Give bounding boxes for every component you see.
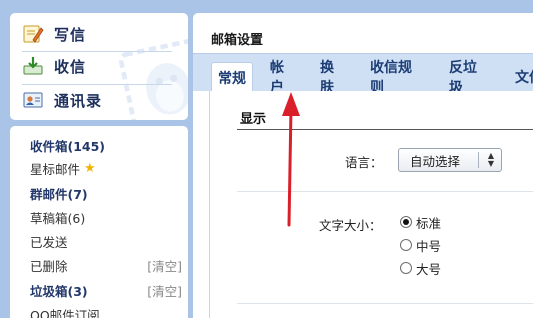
font-size-large-option[interactable]: 大号 — [400, 259, 441, 277]
compose-panel: 写信 收信 通讯录 — [10, 13, 188, 120]
folder-inbox-label: 收件箱(145) — [30, 138, 106, 154]
folder-group-label: 群邮件(7) — [30, 186, 88, 202]
folder-sent-label: 已发送 — [30, 234, 68, 250]
contact-card-icon — [23, 92, 43, 108]
folder-list: 收件箱(145) 星标邮件 ★ 群邮件(7) 草稿箱(6) 已发送 已删除 [清… — [10, 126, 188, 318]
qq-penguin-stamp-icon — [118, 37, 188, 120]
language-label: 语言： — [345, 155, 383, 170]
folder-deleted-label: 已删除 — [30, 258, 68, 274]
font-size-large-label: 大号 — [416, 261, 442, 277]
folder-subscriptions[interactable]: QQ邮件订阅 — [30, 304, 182, 318]
receive-mail-label: 收信 — [54, 57, 87, 76]
row-divider — [237, 191, 533, 192]
font-size-standard-option[interactable]: 标准 — [400, 213, 441, 231]
radio-standard[interactable] — [400, 216, 412, 228]
tab-account[interactable]: 帐户 — [264, 60, 300, 96]
inbox-download-icon — [23, 57, 43, 75]
select-separator — [478, 152, 479, 168]
folder-drafts-label: 草稿箱(6) — [30, 210, 86, 226]
pencil-note-icon — [23, 25, 44, 43]
folder-spam[interactable]: 垃圾箱(3) [清空] — [30, 280, 182, 300]
row-divider — [237, 303, 533, 304]
folder-spam-label: 垃圾箱(3) — [30, 283, 88, 299]
tab-general[interactable]: 常规 — [211, 62, 253, 92]
section-divider — [237, 129, 533, 130]
contacts-button[interactable]: 通讯录 — [22, 87, 102, 113]
language-select-value: 自动选择 — [410, 153, 461, 169]
write-mail-label: 写信 — [54, 25, 87, 44]
tab-antispam[interactable]: 反垃圾 — [443, 60, 495, 96]
radio-medium[interactable] — [400, 239, 412, 251]
page-title: 邮箱设置 — [211, 33, 264, 48]
divider — [22, 51, 172, 52]
folder-sent[interactable]: 已发送 — [30, 231, 182, 251]
folder-deleted[interactable]: 已删除 [清空] — [30, 255, 182, 275]
folder-drafts[interactable]: 草稿箱(6) — [30, 207, 182, 227]
clear-deleted-link[interactable]: [清空] — [147, 256, 182, 275]
tab-mail-rules[interactable]: 收信规则 — [364, 60, 430, 96]
radio-large[interactable] — [400, 262, 412, 274]
write-mail-button[interactable]: 写信 — [22, 21, 86, 47]
tab-skin[interactable]: 换肤 — [314, 60, 350, 96]
contacts-label: 通讯录 — [54, 91, 103, 110]
language-select[interactable]: 自动选择 ▲ ▼ — [398, 148, 502, 172]
folder-inbox[interactable]: 收件箱(145) — [30, 135, 182, 155]
clear-spam-link[interactable]: [清空] — [147, 281, 182, 300]
folder-group[interactable]: 群邮件(7) — [30, 183, 182, 203]
receive-mail-button[interactable]: 收信 — [22, 53, 86, 79]
font-size-medium-option[interactable]: 中号 — [400, 236, 441, 254]
font-size-label: 文字大小： — [319, 218, 382, 233]
star-icon: ★ — [84, 160, 96, 176]
folder-starred[interactable]: 星标邮件 ★ — [30, 158, 182, 178]
updown-arrows-icon: ▲ ▼ — [487, 151, 494, 168]
divider — [22, 84, 172, 85]
settings-tabbar: 常规 帐户 换肤 收信规则 反垃圾 文件 — [193, 53, 533, 96]
tab-files[interactable]: 文件 — [509, 62, 533, 92]
section-title-display: 显示 — [240, 112, 267, 127]
folder-subscriptions-label: QQ邮件订阅 — [30, 307, 100, 318]
folder-starred-label: 星标邮件 — [30, 161, 81, 177]
font-size-standard-label: 标准 — [416, 215, 442, 231]
font-size-medium-label: 中号 — [416, 238, 442, 254]
